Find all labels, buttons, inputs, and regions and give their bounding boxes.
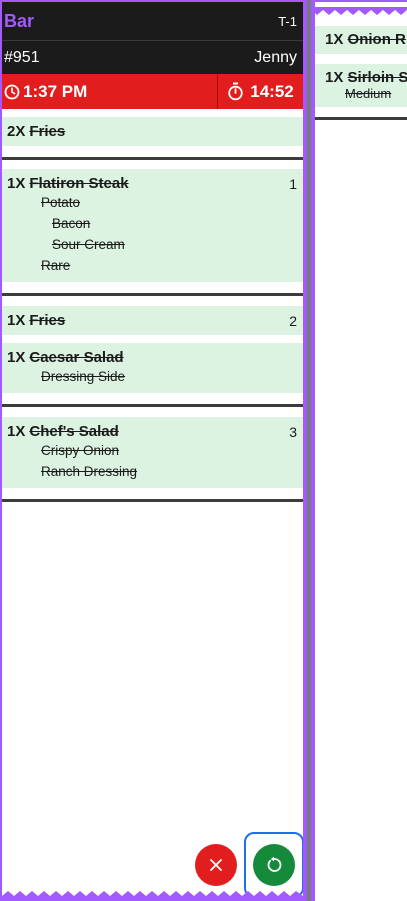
item-quantity: 1X bbox=[7, 349, 26, 366]
seat-divider bbox=[2, 157, 303, 160]
item-modifier: Bacon bbox=[52, 216, 91, 231]
item-quantity: 2X bbox=[7, 123, 26, 140]
clock-icon bbox=[4, 84, 20, 100]
restore-button-focus bbox=[244, 832, 303, 898]
ticket-time-bar: 1:37 PM 14:52 bbox=[2, 74, 303, 109]
order-ticket[interactable]: Bar T-1 #951 Jenny 1:37 PM 14:52 2X Frie… bbox=[0, 0, 307, 901]
ticket-item[interactable]: 1X Onion R bbox=[315, 26, 407, 54]
seat-divider bbox=[2, 404, 303, 407]
elapsed-time-text: 14:52 bbox=[250, 81, 294, 101]
item-quantity: 1X bbox=[7, 312, 26, 329]
order-ticket-partial[interactable]: 1X Onion R 1X Sirloin S Medium bbox=[311, 0, 407, 901]
table-number: T-1 bbox=[278, 13, 297, 29]
ticket-item[interactable]: 2X Fries bbox=[2, 117, 303, 146]
seat-number: 3 bbox=[289, 423, 297, 440]
ticket-subheader: #951 Jenny bbox=[2, 40, 303, 74]
ticket-item[interactable]: 1X Flatiron Steak 1 Potato Bacon Sour Cre… bbox=[2, 169, 303, 282]
station-name: Bar bbox=[4, 10, 35, 31]
seat-divider bbox=[2, 293, 303, 296]
ticket-item[interactable]: 1X Chef's Salad 3 Crispy Onion Ranch Dres… bbox=[2, 417, 303, 488]
ticket-item[interactable]: 1X Sirloin S Medium bbox=[315, 64, 407, 107]
item-modifier: Medium bbox=[345, 86, 392, 101]
seat-number: 2 bbox=[289, 312, 297, 329]
item-quantity: 1X bbox=[7, 175, 26, 192]
elapsed-timer: 14:52 bbox=[217, 74, 303, 109]
item-modifier: Sour Cream bbox=[52, 237, 125, 252]
ticket-torn-edge bbox=[2, 891, 303, 901]
seat-number: 1 bbox=[289, 175, 297, 192]
item-name: Onion R bbox=[347, 31, 406, 48]
seat-divider bbox=[2, 499, 303, 502]
ticket-item[interactable]: 1X Caesar Salad Dressing Side bbox=[2, 343, 303, 393]
timer-icon bbox=[227, 82, 244, 101]
close-icon bbox=[209, 858, 223, 872]
item-modifier: Crispy Onion bbox=[41, 443, 120, 458]
seat-divider bbox=[315, 117, 407, 120]
restore-icon bbox=[265, 856, 283, 874]
item-modifier: Potato bbox=[41, 195, 81, 210]
order-time-text: 1:37 PM bbox=[23, 81, 88, 101]
item-name: Fries bbox=[29, 312, 66, 329]
item-name: Chef's Salad bbox=[29, 423, 119, 440]
item-quantity: 1X bbox=[325, 31, 344, 48]
item-modifier: Rare bbox=[41, 258, 71, 273]
item-name: Flatiron Steak bbox=[29, 175, 129, 192]
order-number: #951 bbox=[4, 48, 40, 66]
restore-button[interactable] bbox=[253, 844, 295, 886]
server-name: Jenny bbox=[254, 48, 297, 66]
order-time: 1:37 PM bbox=[2, 74, 217, 109]
ticket-header: Bar T-1 bbox=[2, 2, 303, 40]
item-name: Sirloin S bbox=[347, 69, 407, 86]
item-quantity: 1X bbox=[7, 423, 26, 440]
ticket-torn-edge bbox=[315, 7, 407, 15]
ticket-item[interactable]: 1X Fries 2 bbox=[2, 306, 303, 335]
item-modifier: Dressing Side bbox=[41, 369, 126, 384]
item-quantity: 1X bbox=[325, 69, 344, 86]
cancel-button[interactable] bbox=[195, 844, 237, 886]
item-name: Fries bbox=[29, 123, 66, 140]
item-name: Caesar Salad bbox=[29, 349, 124, 366]
item-modifier: Ranch Dressing bbox=[41, 464, 138, 479]
